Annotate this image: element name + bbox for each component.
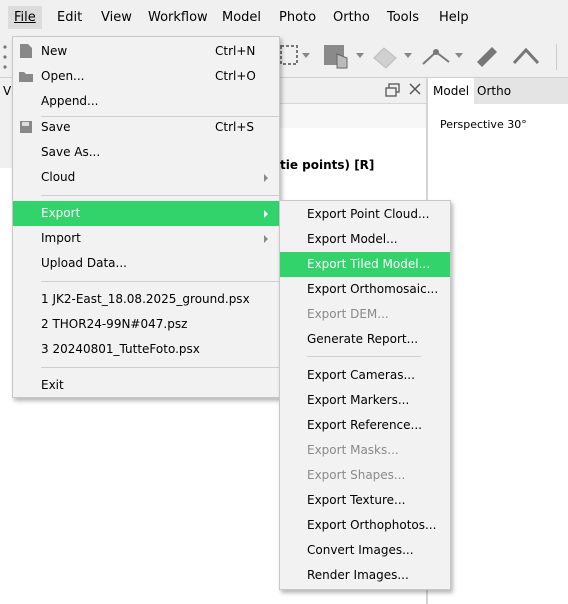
tab-model[interactable]: Model (428, 78, 475, 104)
submenu-arrow-icon (264, 210, 268, 218)
angle-icon[interactable] (512, 46, 540, 66)
export-orthomosaic[interactable]: Export Orthomosaic... (280, 277, 450, 302)
export-submenu: Export Point Cloud... Export Model... Ex… (279, 200, 451, 590)
polyline-tool-icon[interactable] (420, 44, 452, 68)
menu-edit[interactable]: Edit (57, 10, 82, 25)
menu-workflow[interactable]: Workflow (148, 10, 208, 25)
convert-images[interactable]: Convert Images... (280, 538, 450, 563)
menu-file[interactable]: File (8, 6, 42, 29)
export-markers[interactable]: Export Markers... (280, 388, 450, 413)
submenu-arrow-icon (264, 174, 268, 182)
perspective-label: Perspective 30° (440, 118, 527, 131)
menu-item-recent-3[interactable]: 3 20240801_TutteFoto.psx (13, 337, 279, 362)
menu-separator (41, 195, 279, 196)
menu-view[interactable]: View (101, 10, 132, 25)
menu-item-recent-1[interactable]: 1 JK2-East_18.08.2025_ground.psx (13, 287, 279, 312)
export-point-cloud[interactable]: Export Point Cloud... (280, 202, 450, 227)
rectangle-select-icon[interactable] (280, 44, 300, 68)
menu-item-open[interactable]: Open... Ctrl+O (13, 64, 279, 89)
menu-item-upload-data[interactable]: Upload Data... (13, 251, 279, 276)
paint-tool-icon[interactable] (370, 44, 400, 70)
export-reference[interactable]: Export Reference... (280, 413, 450, 438)
menu-photo[interactable]: Photo (279, 10, 316, 25)
dropdown-arrow-icon[interactable] (302, 53, 310, 59)
export-shapes[interactable]: Export Shapes... (280, 463, 450, 488)
menu-model[interactable]: Model (222, 10, 261, 25)
navigation-hand-icon[interactable] (323, 44, 351, 70)
menu-item-append[interactable]: Append... (13, 89, 279, 114)
close-icon[interactable] (408, 82, 422, 96)
workspace-pane: V (0, 78, 12, 168)
panel-toolbar (280, 104, 426, 128)
menu-item-import[interactable]: Import (13, 226, 279, 251)
toolbar-separator (556, 44, 557, 70)
menu-bar: File Edit View Workflow Model Photo Orth… (0, 0, 568, 36)
submenu-arrow-icon (264, 235, 268, 243)
workspace-label: V (3, 84, 12, 98)
float-window-icon[interactable] (385, 83, 401, 97)
menu-separator (307, 356, 421, 357)
menu-item-recent-2[interactable]: 2 THOR24-99N#047.psz (13, 312, 279, 337)
new-document-icon (20, 44, 32, 58)
menu-item-new[interactable]: New Ctrl+N (13, 39, 279, 64)
menu-separator (41, 367, 279, 368)
dropdown-arrow-icon[interactable] (455, 53, 463, 59)
menu-help[interactable]: Help (439, 10, 469, 25)
dropdown-arrow-icon[interactable] (356, 53, 364, 59)
export-masks[interactable]: Export Masks... (280, 438, 450, 463)
export-texture[interactable]: Export Texture... (280, 488, 450, 513)
panel-title-bar (280, 78, 426, 104)
render-images[interactable]: Render Images... (280, 563, 450, 588)
view-tabs: Model Ortho (428, 78, 568, 104)
menu-item-cloud[interactable]: Cloud (13, 165, 279, 190)
ruler-icon[interactable] (474, 44, 500, 70)
export-model[interactable]: Export Model... (280, 227, 450, 252)
export-dem[interactable]: Export DEM... (280, 302, 450, 327)
menu-tools[interactable]: Tools (387, 10, 419, 25)
dropdown-arrow-icon[interactable] (404, 53, 412, 59)
menu-item-export[interactable]: Export (13, 201, 279, 226)
tab-ortho[interactable]: Ortho (472, 78, 516, 104)
menu-item-exit[interactable]: Exit (13, 373, 279, 398)
file-menu: New Ctrl+N Open... Ctrl+O Append... Save… (12, 36, 280, 398)
toolbar-grip-icon (3, 45, 7, 69)
tie-points-label: tie points) [R] (280, 158, 375, 172)
export-orthophotos[interactable]: Export Orthophotos... (280, 513, 450, 538)
menu-item-save-as[interactable]: Save As... (13, 140, 279, 165)
export-tiled-model[interactable]: Export Tiled Model... (280, 252, 450, 277)
generate-report[interactable]: Generate Report... (280, 327, 450, 352)
menu-ortho[interactable]: Ortho (333, 10, 370, 25)
menu-item-save[interactable]: Save Ctrl+S (13, 115, 279, 140)
floppy-disk-icon (20, 121, 32, 133)
folder-icon (19, 72, 33, 82)
menu-separator (41, 281, 279, 282)
export-cameras[interactable]: Export Cameras... (280, 363, 450, 388)
